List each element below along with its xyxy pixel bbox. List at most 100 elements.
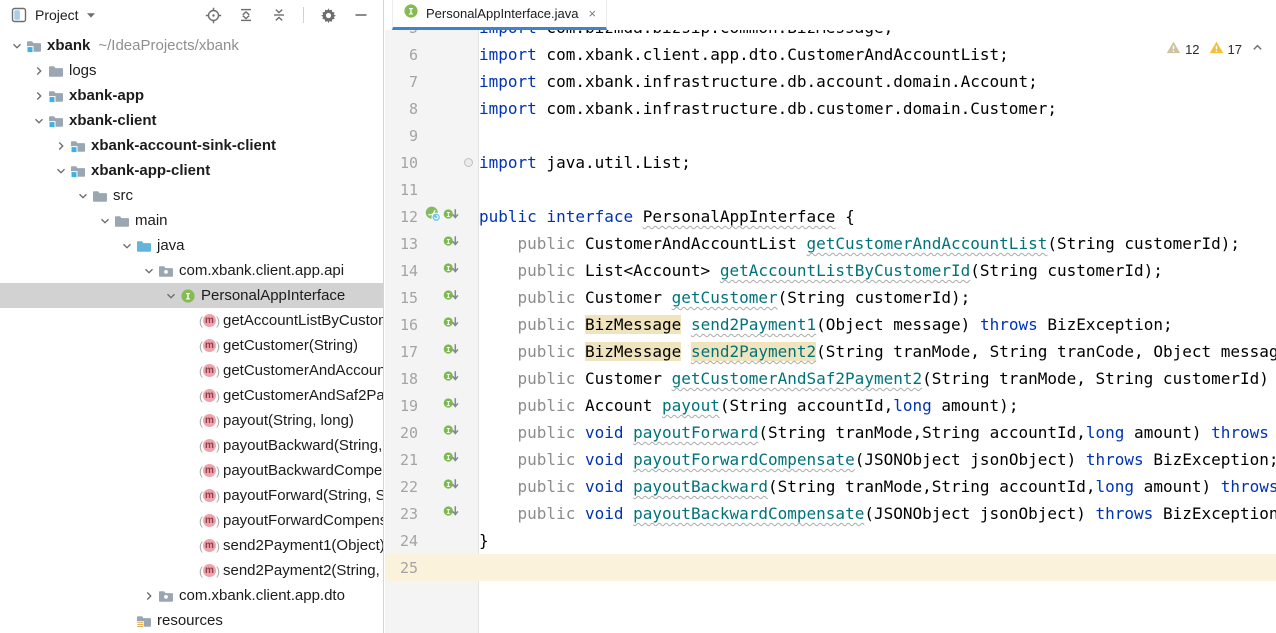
expand-all-icon[interactable] xyxy=(237,6,255,24)
code-line-5[interactable]: 5import com.bizmda.bizsip.common.BizMess… xyxy=(385,30,1276,41)
tree-item-personalappinterface[interactable]: IPersonalAppInterface xyxy=(0,283,383,308)
chevron-down-icon[interactable] xyxy=(140,263,157,279)
tab-personalappinterface-java[interactable]: I PersonalAppInterface.java × xyxy=(392,0,607,30)
tree-item-getaccountlistbycustomerid-string[interactable]: (m)getAccountListByCustomerId(String) xyxy=(0,308,383,333)
tree-item-java[interactable]: java xyxy=(0,233,383,258)
code-text[interactable]: import com.bizmda.bizsip.common.BizMessa… xyxy=(479,30,1276,41)
chevron-right-icon[interactable] xyxy=(30,63,47,79)
settings-icon[interactable] xyxy=(319,6,337,24)
tree-item-getcustomer-string[interactable]: (m)getCustomer(String) xyxy=(0,333,383,358)
code-text[interactable]: public void payoutForwardCompensate(JSON… xyxy=(479,446,1276,473)
code-line-10[interactable]: 10import java.util.List; xyxy=(385,149,1276,176)
chevron-down-icon[interactable] xyxy=(96,213,113,229)
warnings-indicator[interactable]: 17 xyxy=(1209,40,1242,58)
code-line-25[interactable]: 25 xyxy=(385,554,1276,581)
tree-item-payoutforwardcompensate-jsonobject[interactable]: (m)payoutForwardCompensate(JSONObject) xyxy=(0,508,383,533)
code-text[interactable]: public BizMessage send2Payment2(String t… xyxy=(479,338,1276,365)
code-line-9[interactable]: 9 xyxy=(385,122,1276,149)
code-line-17[interactable]: 17I public BizMessage send2Payment2(Stri… xyxy=(385,338,1276,365)
tree-item-getcustomerandaccountlist-string[interactable]: (m)getCustomerAndAccountList(String) xyxy=(0,358,383,383)
chevron-down-icon[interactable] xyxy=(74,188,91,204)
code-text[interactable]: import com.xbank.client.app.dto.Customer… xyxy=(479,41,1276,68)
close-icon[interactable]: × xyxy=(588,7,596,20)
implemented-icon[interactable]: I xyxy=(443,288,459,308)
weak-warnings-indicator[interactable]: 12 xyxy=(1166,40,1199,58)
implemented-icon[interactable]: I xyxy=(443,234,459,254)
spring-bean-icon[interactable] xyxy=(425,206,441,227)
implemented-icon[interactable]: I xyxy=(443,207,459,227)
code-line-24[interactable]: 24} xyxy=(385,527,1276,554)
code-line-16[interactable]: 16I public BizMessage send2Payment1(Obje… xyxy=(385,311,1276,338)
code-text[interactable]: public void payoutBackward(String tranMo… xyxy=(479,473,1276,500)
code-line-15[interactable]: 15I public Customer getCustomer(String c… xyxy=(385,284,1276,311)
tree-item-src[interactable]: src xyxy=(0,183,383,208)
tree-item-resources[interactable]: resources xyxy=(0,608,383,633)
tree-item-xbank-app[interactable]: xbank-app xyxy=(0,83,383,108)
tree-item-logs[interactable]: logs xyxy=(0,58,383,83)
tree-item-send2payment2-string-string-object[interactable]: (m)send2Payment2(String, String, Object) xyxy=(0,558,383,583)
code-line-20[interactable]: 20I public void payoutForward(String tra… xyxy=(385,419,1276,446)
code-line-22[interactable]: 22I public void payoutBackward(String tr… xyxy=(385,473,1276,500)
code-text[interactable]: public CustomerAndAccountList getCustome… xyxy=(479,230,1276,257)
tree-item-payoutforward-string-string-long[interactable]: (m)payoutForward(String, String, long) xyxy=(0,483,383,508)
code-line-12[interactable]: 12Ipublic interface PersonalAppInterface… xyxy=(385,203,1276,230)
tree-item-xbank-account-sink-client[interactable]: xbank-account-sink-client xyxy=(0,133,383,158)
code-text[interactable]: public BizMessage send2Payment1(Object m… xyxy=(479,311,1276,338)
code-line-7[interactable]: 7import com.xbank.infrastructure.db.acco… xyxy=(385,68,1276,95)
tree-item-main[interactable]: main xyxy=(0,208,383,233)
chevron-down-icon[interactable] xyxy=(8,38,25,54)
code-line-13[interactable]: 13I public CustomerAndAccountList getCus… xyxy=(385,230,1276,257)
code-line-21[interactable]: 21I public void payoutForwardCompensate(… xyxy=(385,446,1276,473)
chevron-right-icon[interactable] xyxy=(140,588,157,604)
code-text[interactable]: public Customer getCustomerAndSaf2Paymen… xyxy=(479,365,1276,392)
code-text[interactable]: import com.xbank.infrastructure.db.custo… xyxy=(479,95,1276,122)
tree-item-com-xbank-client-app-dto[interactable]: com.xbank.client.app.dto xyxy=(0,583,383,608)
chevron-right-icon[interactable] xyxy=(52,138,69,154)
implemented-icon[interactable]: I xyxy=(443,369,459,389)
chevron-down-icon[interactable] xyxy=(52,163,69,179)
implemented-icon[interactable]: I xyxy=(443,396,459,416)
code-line-8[interactable]: 8import com.xbank.infrastructure.db.cust… xyxy=(385,95,1276,122)
tree-item-xbank[interactable]: xbank~/IdeaProjects/xbank xyxy=(0,33,383,58)
code-text[interactable] xyxy=(479,554,1276,581)
code-text[interactable]: public List<Account> getAccountListByCus… xyxy=(479,257,1276,284)
code-text[interactable]: public void payoutBackwardCompensate(JSO… xyxy=(479,500,1276,527)
code-text[interactable]: import java.util.List; xyxy=(479,149,1276,176)
tree-item-xbank-client[interactable]: xbank-client xyxy=(0,108,383,133)
code-text[interactable]: public Customer getCustomer(String custo… xyxy=(479,284,1276,311)
chevron-down-icon[interactable] xyxy=(30,113,47,129)
code-text[interactable]: public interface PersonalAppInterface { xyxy=(479,203,1276,230)
tree-item-payoutbackwardcompensate-jsonobject[interactable]: (m)payoutBackwardCompensate(JSONObject) xyxy=(0,458,383,483)
implemented-icon[interactable]: I xyxy=(443,342,459,362)
code-text[interactable]: public Account payout(String accountId,l… xyxy=(479,392,1276,419)
tree-item-send2payment1-object[interactable]: (m)send2Payment1(Object) xyxy=(0,533,383,558)
dropdown-caret-icon[interactable] xyxy=(86,6,96,24)
implemented-icon[interactable]: I xyxy=(443,261,459,281)
chevron-right-icon[interactable] xyxy=(30,88,47,104)
collapse-all-icon[interactable] xyxy=(270,6,288,24)
tree-item-xbank-app-client[interactable]: xbank-app-client xyxy=(0,158,383,183)
code-area[interactable]: 5import com.bizmda.bizsip.common.BizMess… xyxy=(385,30,1276,633)
tree-item-payout-string-long[interactable]: (m)payout(String, long) xyxy=(0,408,383,433)
implemented-icon[interactable]: I xyxy=(443,423,459,443)
locate-icon[interactable] xyxy=(204,6,222,24)
code-line-11[interactable]: 11 xyxy=(385,176,1276,203)
tree-item-com-xbank-client-app-api[interactable]: com.xbank.client.app.api xyxy=(0,258,383,283)
code-text[interactable] xyxy=(479,122,1276,149)
code-line-19[interactable]: 19I public Account payout(String account… xyxy=(385,392,1276,419)
next-highlighted-error-chevron-icon[interactable] xyxy=(1251,41,1264,57)
code-line-23[interactable]: 23I public void payoutBackwardCompensate… xyxy=(385,500,1276,527)
inspections-widget[interactable]: 12 17 xyxy=(1166,40,1264,58)
implemented-icon[interactable]: I xyxy=(443,504,459,524)
hide-panel-icon[interactable] xyxy=(352,6,370,24)
code-text[interactable] xyxy=(479,176,1276,203)
tree-item-payoutbackward-string-string-long[interactable]: (m)payoutBackward(String, String, long) xyxy=(0,433,383,458)
implemented-icon[interactable]: I xyxy=(443,450,459,470)
code-line-14[interactable]: 14I public List<Account> getAccountListB… xyxy=(385,257,1276,284)
code-line-18[interactable]: 18I public Customer getCustomerAndSaf2Pa… xyxy=(385,365,1276,392)
code-text[interactable]: public void payoutForward(String tranMod… xyxy=(479,419,1276,446)
implemented-icon[interactable]: I xyxy=(443,315,459,335)
fold-marker-icon[interactable] xyxy=(459,158,477,167)
chevron-down-icon[interactable] xyxy=(118,238,135,254)
code-line-6[interactable]: 6import com.xbank.client.app.dto.Custome… xyxy=(385,41,1276,68)
